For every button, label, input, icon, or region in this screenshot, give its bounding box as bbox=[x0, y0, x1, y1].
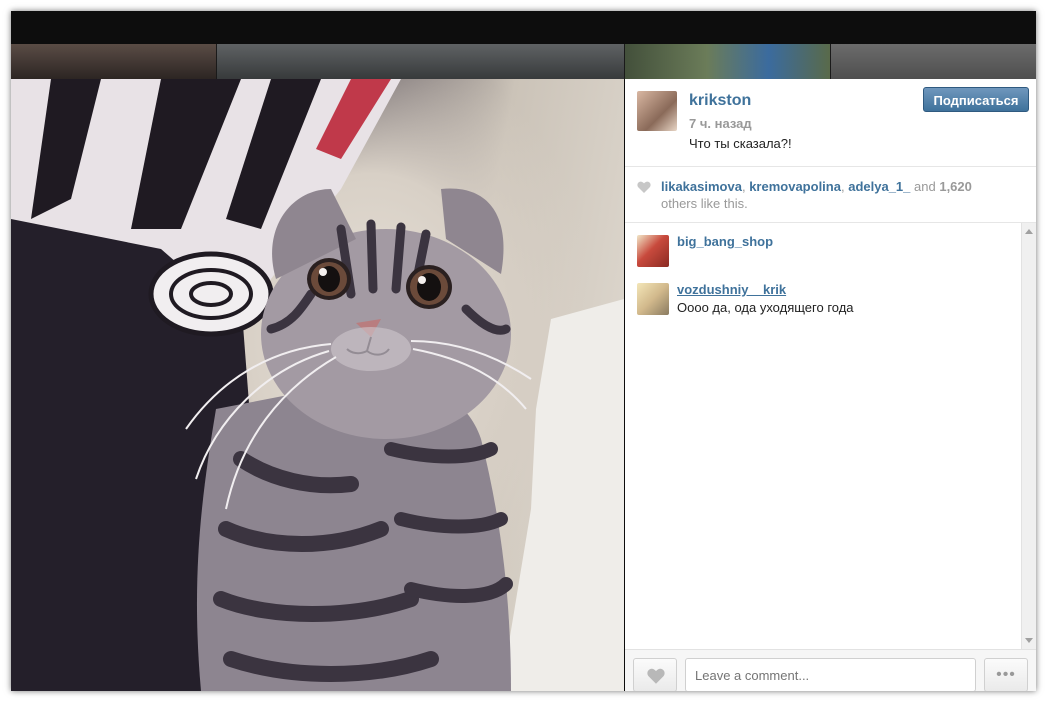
post-caption: Что ты сказала?! bbox=[689, 136, 792, 151]
post-details-panel: krikston 7 ч. назад Что ты сказала?! Под… bbox=[625, 79, 1036, 691]
commenter-username[interactable]: big_bang_shop bbox=[677, 234, 773, 249]
comments-scrollbar[interactable] bbox=[1021, 223, 1036, 649]
post-photo[interactable] bbox=[11, 79, 624, 691]
like-user-link[interactable]: kremovapolina bbox=[749, 179, 841, 194]
commenter-username[interactable]: vozdushniy__krik bbox=[677, 282, 786, 297]
commenter-avatar[interactable] bbox=[637, 283, 669, 315]
comment-footer: ••• bbox=[625, 649, 1036, 691]
likes-suffix: others like this. bbox=[661, 196, 748, 211]
heart-icon bbox=[637, 181, 651, 193]
background-thumbnail[interactable] bbox=[625, 44, 830, 80]
comments-list: big_bang_shop vozdushniy__krik Оооо да, … bbox=[625, 223, 1021, 649]
likes-separator: , bbox=[840, 179, 845, 194]
author-username[interactable]: krikston bbox=[689, 92, 751, 110]
background-thumbnail[interactable] bbox=[11, 44, 216, 80]
cat-photo-illustration bbox=[11, 79, 624, 691]
post-header: krikston 7 ч. назад Что ты сказала?! Под… bbox=[625, 79, 1036, 167]
like-button[interactable] bbox=[633, 658, 677, 691]
likes-separator: , bbox=[741, 179, 746, 194]
author-avatar[interactable] bbox=[637, 91, 677, 131]
post-timestamp[interactable]: 7 ч. назад bbox=[689, 116, 752, 131]
background-thumbnail[interactable] bbox=[831, 44, 1036, 80]
like-user-link[interactable]: adelya_1_ bbox=[848, 179, 910, 194]
comment-text: Оооо да, ода уходящего года bbox=[677, 300, 854, 315]
likes-and: and bbox=[914, 179, 936, 194]
scroll-up-arrow-icon[interactable] bbox=[1025, 229, 1033, 234]
follow-button[interactable]: Подписаться bbox=[923, 87, 1029, 112]
heart-icon bbox=[647, 668, 665, 684]
comment-item: big_bang_shop bbox=[637, 223, 1017, 267]
background-thumbnail-strip bbox=[11, 44, 1036, 80]
likes-summary: likakasimova, kremovapolina, adelya_1_ a… bbox=[625, 167, 1036, 223]
comment-input[interactable] bbox=[685, 658, 976, 691]
background-thumbnail[interactable] bbox=[217, 44, 624, 80]
comment-item: vozdushniy__krik Оооо да, ода уходящего … bbox=[637, 271, 1017, 315]
likes-count[interactable]: 1,620 bbox=[939, 179, 972, 194]
commenter-avatar[interactable] bbox=[637, 235, 669, 267]
scroll-down-arrow-icon[interactable] bbox=[1025, 638, 1033, 643]
likes-text: likakasimova, kremovapolina, adelya_1_ a… bbox=[661, 178, 1021, 212]
more-options-button[interactable]: ••• bbox=[984, 658, 1028, 691]
like-user-link[interactable]: likakasimova bbox=[661, 179, 742, 194]
photo-modal: krikston 7 ч. назад Что ты сказала?! Под… bbox=[11, 11, 1036, 691]
